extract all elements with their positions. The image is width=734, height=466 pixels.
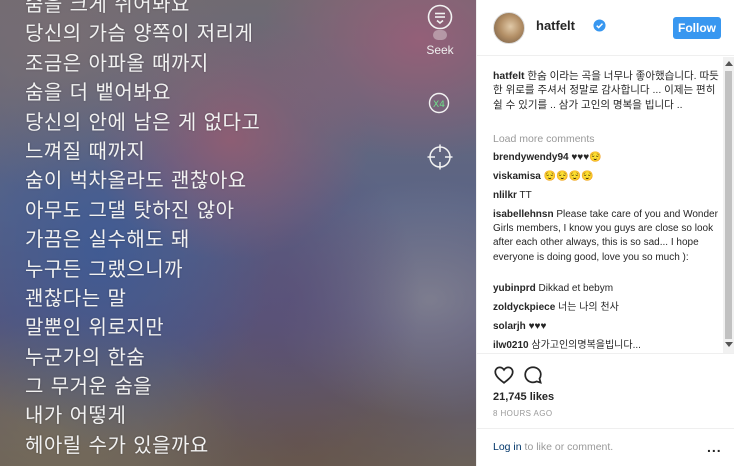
- lyric-line: 당신의 안에 남은 게 없다고: [25, 109, 261, 134]
- comment-text: ♥♥♥: [525, 321, 547, 332]
- lyric-line: 누군가의 한숨: [25, 344, 146, 369]
- likes-count[interactable]: 21,745 likes: [493, 391, 554, 403]
- speed-button[interactable]: X4: [428, 92, 450, 114]
- comment-username[interactable]: zoldyckpiece: [493, 302, 555, 313]
- speed-x4-icon[interactable]: X4: [428, 92, 450, 114]
- follow-button[interactable]: Follow: [673, 17, 721, 39]
- comment-item: nlilkr TT: [493, 189, 719, 203]
- lyric-line: 헤아릴 수가 있을까요: [25, 432, 209, 457]
- comment-item: ilw0210 삼가고인의명복을빕니다...: [493, 339, 719, 353]
- login-prompt: Log in to like or comment.: [493, 441, 613, 453]
- lyric-line: 느껴질 때까지: [25, 138, 146, 163]
- comment-item: yubinprd Dikkad et bebym: [493, 282, 719, 296]
- comment-username[interactable]: nlilkr: [493, 190, 517, 201]
- seek-control[interactable]: Seek: [422, 4, 458, 57]
- crosshair-icon[interactable]: [427, 144, 453, 170]
- scrollbar-thumb[interactable]: [725, 71, 732, 339]
- verified-badge-icon: [593, 19, 606, 32]
- lyric-line: 숨이 벅차올라도 괜찮아요: [25, 168, 247, 193]
- caption-text: 한숨 이라는 곡을 너무나 좋아했습니다. 따듯한 위로를 주셔서 정말로 감사…: [493, 70, 719, 111]
- lyric-line: 숨을 크게 쉬어봐요: [25, 0, 190, 16]
- post-header: hatfelt Follow: [477, 0, 734, 56]
- lyrics-overlay: 숨을 크게 쉬어봐요 당신의 가슴 양쪽이 저리게 조금은 아파올 때까지 숨을…: [25, 0, 260, 460]
- comment-username[interactable]: ilw0210: [493, 340, 529, 351]
- lyric-line: 그 무거운 숨을: [25, 374, 153, 399]
- speed-label: X4: [433, 100, 445, 110]
- avatar[interactable]: [493, 12, 525, 44]
- seek-label: Seek: [426, 43, 454, 57]
- comments-section[interactable]: hatfelt 한숨 이라는 곡을 너무나 좋아했습니다. 따듯한 위로를 주셔…: [477, 57, 734, 354]
- load-more-comments-link[interactable]: Load more comments: [493, 133, 595, 145]
- lyric-line: 누구든 그랬으니까: [25, 256, 184, 281]
- comments-scrollbar[interactable]: [723, 57, 734, 353]
- lyric-line: 숨을 더 뱉어봐요: [25, 80, 172, 105]
- login-suffix: to like or comment.: [521, 441, 614, 453]
- login-bar: Log in to like or comment. ...: [477, 428, 734, 466]
- comment-text: 너는 나의 천사: [555, 302, 619, 313]
- comment-item: brendywendy94 ♥♥♥😌: [493, 151, 719, 165]
- comment-item: solarjh ♥♥♥: [493, 320, 719, 334]
- comment-item: viskamisa 😌😌😌😌: [493, 170, 719, 184]
- comment-text: ♥♥♥😌: [568, 152, 602, 163]
- comment-username[interactable]: solarjh: [493, 321, 526, 332]
- media-viewer[interactable]: 숨을 크게 쉬어봐요 당신의 가슴 양쪽이 저리게 조금은 아파올 때까지 숨을…: [0, 0, 476, 466]
- comment-username[interactable]: yubinprd: [493, 283, 536, 294]
- username-link[interactable]: hatfelt: [536, 18, 575, 33]
- lyric-line: 내가 어떻게: [25, 403, 127, 428]
- lyric-line: 당신의 가슴 양쪽이 저리게: [25, 21, 254, 46]
- comment-item: isabellehnsn Please take care of you and…: [493, 208, 719, 265]
- lyric-line: 말뿐인 위로지만: [25, 315, 165, 340]
- comment-text: TT: [516, 190, 532, 201]
- more-options-button[interactable]: ...: [707, 439, 722, 455]
- seek-menu-icon[interactable]: [427, 4, 453, 30]
- lyric-line: 가끔은 실수해도 돼: [25, 227, 190, 252]
- post-timestamp: 8 HOURS AGO: [493, 409, 553, 418]
- lyric-line: 조금은 아파올 때까지: [25, 50, 209, 75]
- caption-username[interactable]: hatfelt: [493, 70, 525, 82]
- comment-item: zoldyckpiece 너는 나의 천사: [493, 301, 719, 315]
- post-panel: hatfelt Follow hatfelt 한숨 이라는 곡을 너무나 좋아했…: [476, 0, 734, 466]
- seek-slider[interactable]: [433, 30, 447, 40]
- lyric-line: 괜찮다는 말: [25, 285, 127, 310]
- scroll-down-arrow-icon[interactable]: [725, 342, 733, 347]
- comment-icon[interactable]: [522, 364, 544, 386]
- comment-text: Dikkad et bebym: [535, 283, 614, 294]
- lyric-line: 아무도 그댈 탓하진 않아: [25, 197, 235, 222]
- scroll-up-arrow-icon[interactable]: [725, 61, 733, 66]
- comment-username[interactable]: brendywendy94: [493, 152, 569, 163]
- comment-text: 삼가고인의명복을빕니다...: [528, 340, 641, 351]
- comment-text: 😌😌😌😌: [540, 171, 594, 182]
- post-caption: hatfelt 한숨 이라는 곡을 너무나 좋아했습니다. 따듯한 위로를 주셔…: [493, 69, 719, 112]
- comment-username[interactable]: viskamisa: [493, 171, 541, 182]
- crosshair-button[interactable]: [427, 144, 453, 170]
- heart-icon[interactable]: [493, 364, 515, 386]
- login-link[interactable]: Log in: [493, 441, 522, 453]
- comment-username[interactable]: isabellehnsn: [493, 209, 554, 220]
